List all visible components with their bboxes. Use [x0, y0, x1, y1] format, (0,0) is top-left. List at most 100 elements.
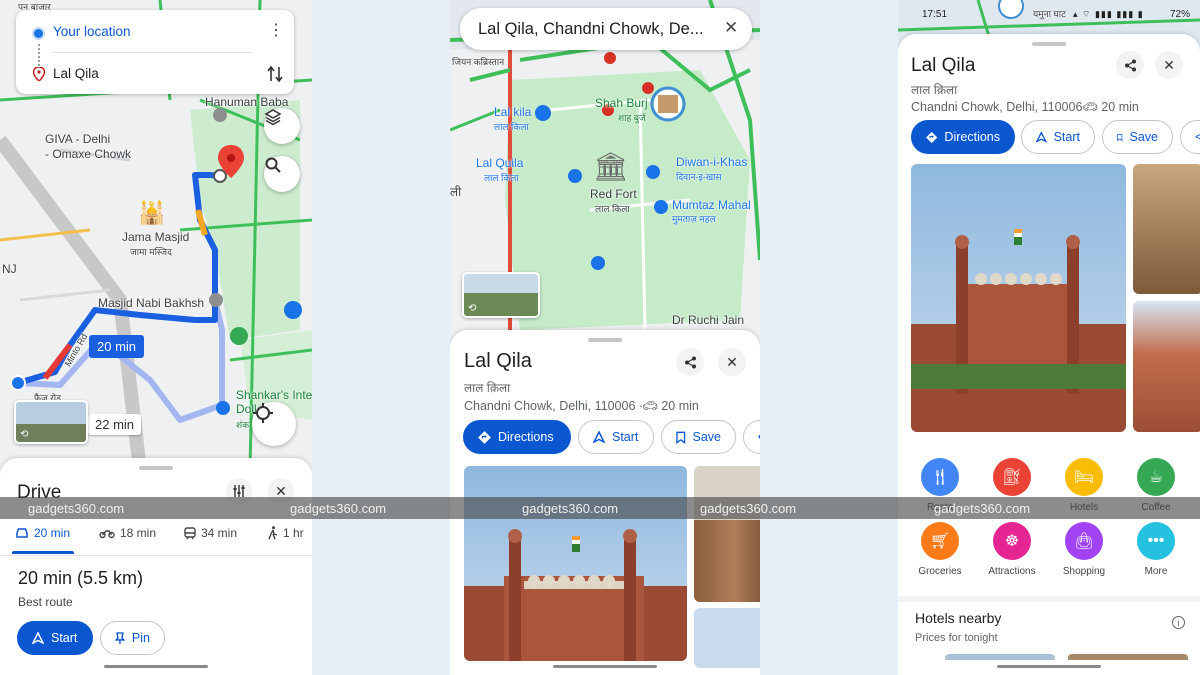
share-button[interactable] — [1116, 51, 1144, 79]
hotel-thumb-2[interactable] — [1068, 654, 1188, 660]
mode-motorbike-tab[interactable]: 18 min — [99, 526, 156, 540]
status-icons: ▴ ⌔ ▮▮▮ ▮▮▮ ▮ — [1073, 9, 1144, 19]
category-more[interactable]: ••• More — [1128, 522, 1184, 577]
walk-icon — [268, 526, 278, 540]
info-icon[interactable]: i — [1172, 616, 1185, 629]
place-screen: जियन कब्रिस्तान Shah Burj शाह बुर्ज Lal … — [450, 0, 760, 675]
transit-icon — [184, 526, 196, 539]
layers-icon — [264, 109, 282, 126]
place-photo-3[interactable] — [694, 608, 760, 668]
place-photo-main[interactable] — [911, 164, 1126, 432]
search-along-route-button[interactable] — [264, 156, 300, 192]
place-photo-2[interactable] — [1133, 164, 1200, 294]
car-icon: 🚗︎ — [1082, 100, 1098, 114]
category-gas[interactable]: ⛽︎ — [984, 458, 1040, 502]
watermark-text-4: gadgets360.com — [700, 501, 797, 516]
place-details-screen: 17:51 यमुना घाट ▴ ⌔ ▮▮▮ ▮▮▮ ▮ 72% Lal Qi… — [898, 0, 1200, 675]
clear-search-button[interactable]: ✕ — [724, 18, 738, 38]
street-view-icon: ⟲ — [20, 429, 29, 440]
sheet-handle[interactable] — [588, 338, 622, 342]
map-label-nj: NJ — [2, 262, 17, 276]
drive-time-info: 🚗︎ 20 min — [642, 399, 699, 414]
place-photo-main[interactable] — [464, 466, 687, 661]
mosque-icon: 🕌 — [138, 200, 166, 225]
start-button[interactable]: Start — [578, 420, 654, 454]
start-label: Start — [1053, 130, 1080, 144]
map-label-shahburj-hi: शाह बुर्ज — [618, 113, 646, 123]
cart-icon: 🛒︎ — [921, 522, 959, 560]
close-button[interactable]: ✕ — [718, 348, 746, 376]
start-button[interactable]: Start — [1021, 120, 1095, 154]
fuel-icon: ⛽︎ — [993, 458, 1031, 496]
drive-time: 20 min — [661, 399, 699, 413]
more-actions-button[interactable]: • — [743, 420, 760, 454]
route-endpoints-card: Your location Lal Qila ⋮ — [16, 10, 294, 94]
search-input[interactable]: Lal Qila, Chandni Chowk, De... — [478, 20, 704, 39]
home-indicator — [997, 665, 1101, 668]
start-label: Start — [51, 631, 78, 645]
ferris-wheel-icon: ☸︎ — [993, 522, 1031, 560]
close-icon: ✕ — [726, 353, 738, 370]
close-icon: ✕ — [724, 18, 739, 37]
start-label: Start — [612, 430, 639, 444]
layers-button[interactable] — [264, 108, 300, 144]
close-button[interactable]: ✕ — [1155, 51, 1183, 79]
start-navigation-button[interactable]: Start — [17, 621, 93, 655]
category-attractions[interactable]: ☸︎ Attractions — [984, 522, 1040, 577]
route-alt-badge[interactable]: 22 min — [88, 414, 142, 435]
monument-icon: 🏛 — [593, 151, 629, 182]
tab-divider — [0, 555, 312, 556]
mode-walk-time: 1 hr — [283, 526, 304, 540]
map-label-diwan-hi: दिवान-इ-खास — [676, 172, 722, 182]
category-shopping[interactable]: 👜︎ Shopping — [1056, 522, 1112, 577]
place-address: Chandni Chowk, Delhi, 110006 · — [911, 100, 1091, 114]
place-photo-2[interactable] — [694, 466, 760, 602]
share-icon — [1124, 59, 1136, 71]
place-hindi-name: लाल क़िला — [464, 381, 511, 395]
hotel-thumb-1[interactable] — [945, 654, 1055, 660]
directions-label: Directions — [944, 130, 1000, 144]
map-label-diwan: Diwan-i-Khas — [676, 155, 748, 169]
place-photo-3[interactable] — [1133, 301, 1200, 432]
origin-field[interactable]: Your location — [53, 24, 131, 39]
map-label-mumtaz-hi: मुमताज़ महल — [672, 214, 716, 224]
watermark-text-5: gadgets360.com — [934, 501, 1031, 516]
sheet-handle[interactable] — [139, 466, 173, 470]
mode-drive-tab[interactable]: 20 min — [15, 526, 70, 540]
drive-time-info: 🚗︎ 20 min — [1082, 100, 1139, 115]
pin-button[interactable]: Pin — [100, 621, 165, 655]
street-view-thumbnail[interactable]: ⟲ — [462, 272, 540, 318]
directions-button[interactable]: Directions — [463, 420, 571, 454]
fork-knife-icon: 🍴︎ — [921, 458, 959, 496]
map-label-hanuman: Hanuman Baba — [205, 95, 289, 109]
map-label-kabristan: जियन कब्रिस्तान — [452, 57, 505, 67]
street-view-thumbnail[interactable]: ⟲ — [14, 400, 88, 444]
share-button[interactable] — [676, 348, 704, 376]
category-groceries[interactable]: 🛒︎ Groceries — [912, 522, 968, 577]
sheet-handle[interactable] — [1032, 42, 1066, 46]
bookmark-icon — [676, 431, 686, 444]
swap-icon[interactable] — [266, 64, 284, 84]
map-label-nabi: Masjid Nabi Bakhsh — [98, 296, 205, 310]
watermark-text-1: gadgets360.com — [28, 501, 125, 516]
my-location-button[interactable] — [252, 402, 296, 446]
search-icon — [265, 157, 281, 173]
hotels-title: Hotels nearby — [915, 610, 1002, 626]
section-divider — [898, 596, 1200, 602]
map-label-ghat: यमुना घाट — [1033, 9, 1066, 19]
map-label-lalquila-hi: लाल किला — [484, 173, 519, 183]
mode-walk-tab[interactable]: 1 hr — [268, 526, 304, 540]
more-icon: ••• — [1137, 522, 1175, 560]
search-bar[interactable]: Lal Qila, Chandni Chowk, De... ✕ — [460, 8, 752, 50]
more-options-button[interactable]: ⋮ — [268, 23, 284, 39]
more-actions-button[interactable]: < — [1180, 120, 1200, 154]
route-fast-badge[interactable]: 20 min — [89, 335, 145, 358]
save-button[interactable]: Save — [661, 420, 736, 454]
mode-selected-indicator — [12, 551, 74, 554]
destination-field[interactable]: Lal Qila — [53, 66, 99, 81]
coffee-icon: ☕︎ — [1137, 458, 1175, 496]
directions-button[interactable]: Directions — [911, 120, 1015, 154]
mode-transit-tab[interactable]: 34 min — [184, 526, 237, 540]
save-button[interactable]: Save — [1102, 120, 1173, 154]
place-map[interactable]: जियन कब्रिस्तान Shah Burj शाह बुर्ज Lal … — [450, 0, 760, 345]
